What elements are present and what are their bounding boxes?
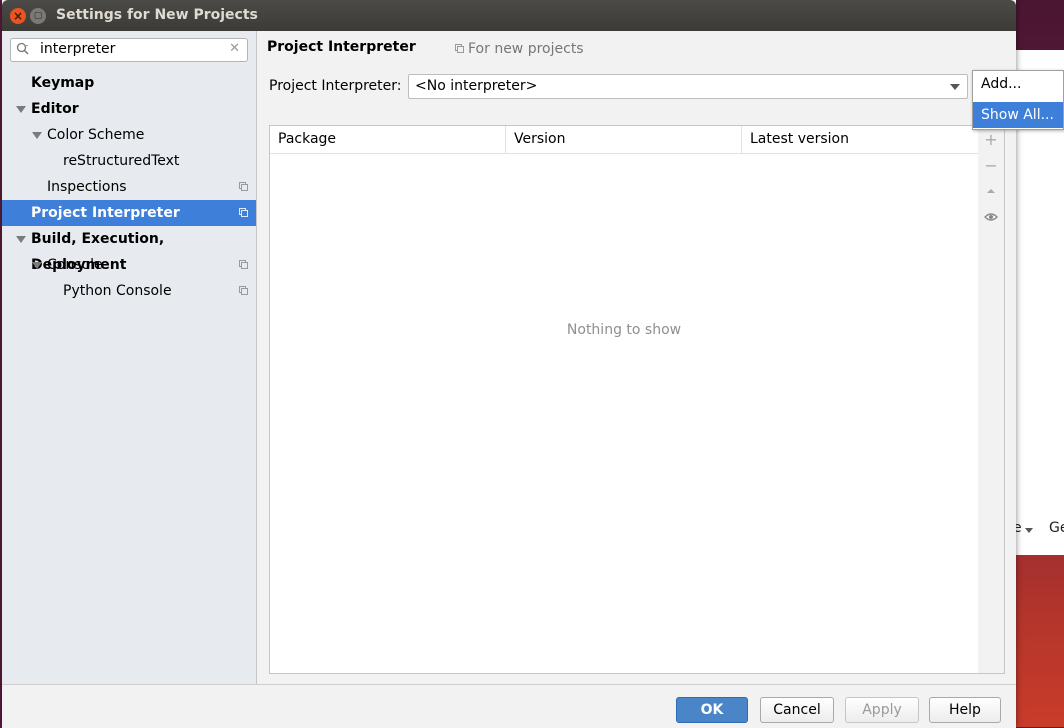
- sidebar-item-inspections[interactable]: Inspections: [2, 174, 256, 200]
- sidebar-item-color-scheme[interactable]: Color Scheme: [2, 122, 256, 148]
- sidebar-item-label: Python Console: [63, 283, 172, 299]
- settings-search-input[interactable]: interpreter ✕: [10, 38, 248, 62]
- sidebar-item-label: reStructuredText: [63, 153, 180, 169]
- page-title: Project Interpreter: [267, 39, 416, 55]
- help-button[interactable]: Help: [929, 697, 1001, 723]
- project-settings-icon: [239, 208, 248, 217]
- sidebar-item-editor[interactable]: Editor: [2, 96, 256, 122]
- expand-arrow-icon[interactable]: [16, 106, 26, 113]
- menu-item-add[interactable]: Add...: [973, 71, 1063, 97]
- column-header-package[interactable]: Package: [270, 126, 505, 153]
- settings-content: Project Interpreter For new projects Pro…: [257, 31, 1016, 684]
- empty-table-text: Nothing to show: [566, 322, 682, 338]
- sidebar-item-label: Console: [47, 257, 103, 273]
- clear-search-icon[interactable]: ✕: [229, 41, 240, 56]
- packages-table[interactable]: Package Version Latest version Nothing t…: [269, 125, 979, 674]
- apply-button[interactable]: Apply: [845, 697, 919, 723]
- sidebar-item-restructuredtext[interactable]: reStructuredText: [2, 148, 256, 174]
- table-header: Package Version Latest version: [270, 126, 978, 154]
- ok-button[interactable]: OK: [676, 697, 748, 723]
- interpreter-label: Project Interpreter:: [269, 78, 402, 94]
- settings-sidebar: interpreter ✕ Keymap Editor Color Scheme…: [2, 31, 257, 684]
- background-window-text-2: Ge: [1049, 520, 1064, 536]
- expand-arrow-icon[interactable]: [16, 236, 26, 243]
- column-header-version[interactable]: Version: [505, 126, 741, 153]
- sidebar-item-label: Keymap: [31, 75, 95, 91]
- sidebar-item-label: Color Scheme: [47, 127, 145, 143]
- add-package-icon[interactable]: +: [983, 132, 999, 148]
- sidebar-item-build-execution-deployment[interactable]: Build, Execution, Deployment: [2, 226, 256, 273]
- maximize-icon[interactable]: ▢: [30, 8, 46, 24]
- close-icon[interactable]: ×: [10, 8, 26, 24]
- chevron-down-icon: [1025, 528, 1033, 533]
- project-settings-icon: [239, 260, 248, 269]
- search-icon: [16, 42, 29, 55]
- menu-item-show-all[interactable]: Show All...: [973, 102, 1063, 128]
- settings-dialog: × ▢ Settings for New Projects interprete…: [2, 0, 1016, 728]
- window-title: Settings for New Projects: [56, 7, 258, 23]
- sidebar-item-label: Editor: [31, 101, 79, 117]
- column-header-latest-version[interactable]: Latest version: [741, 126, 978, 153]
- eye-icon[interactable]: [983, 210, 999, 226]
- expand-arrow-icon[interactable]: [32, 262, 42, 269]
- eye-glyph: [984, 213, 998, 221]
- chevron-down-icon[interactable]: [950, 84, 960, 90]
- scope-text: For new projects: [468, 41, 584, 57]
- project-settings-icon: [239, 286, 248, 295]
- project-settings-icon: [239, 182, 248, 191]
- upgrade-package-icon[interactable]: [983, 184, 999, 200]
- triangle-up-icon: [987, 189, 995, 193]
- sidebar-item-keymap[interactable]: Keymap: [2, 70, 256, 96]
- interpreter-value: <No interpreter>: [415, 78, 538, 94]
- project-settings-icon: [455, 44, 464, 53]
- sidebar-item-console[interactable]: Console: [2, 252, 256, 278]
- search-value: interpreter: [40, 41, 116, 57]
- dialog-footer: OK Cancel Apply Help: [2, 684, 1016, 728]
- title-bar[interactable]: × ▢ Settings for New Projects: [2, 0, 1016, 31]
- interpreter-options-menu: Add... Show All...: [972, 70, 1064, 130]
- sidebar-item-project-interpreter[interactable]: Project Interpreter: [2, 200, 256, 226]
- remove-package-icon[interactable]: −: [983, 158, 999, 174]
- table-toolbar: + −: [978, 125, 1005, 674]
- expand-arrow-icon[interactable]: [32, 132, 42, 139]
- cancel-button[interactable]: Cancel: [760, 697, 834, 723]
- sidebar-item-python-console[interactable]: Python Console: [2, 278, 256, 304]
- sidebar-item-label: Inspections: [47, 179, 127, 195]
- sidebar-item-label: Project Interpreter: [31, 205, 180, 221]
- scope-label: For new projects: [455, 41, 584, 57]
- interpreter-select[interactable]: <No interpreter>: [408, 74, 968, 99]
